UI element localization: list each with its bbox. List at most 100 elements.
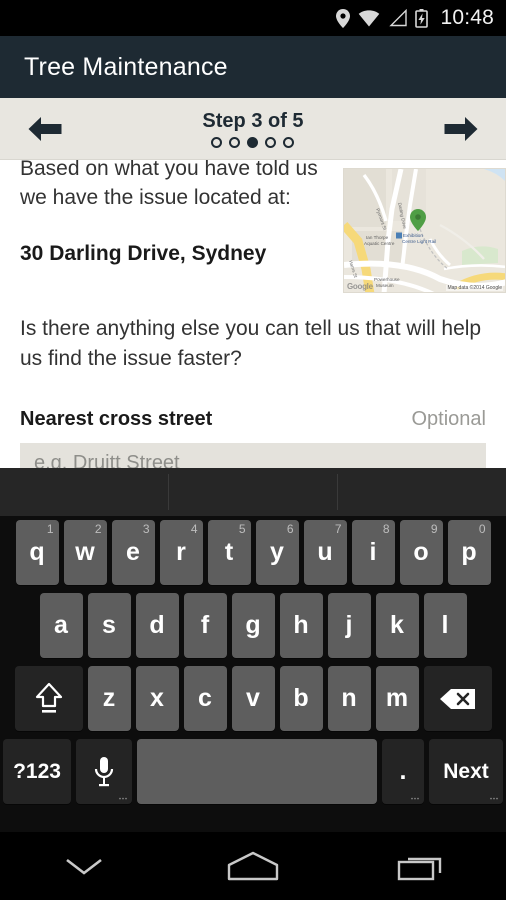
key-m[interactable]: m	[375, 666, 419, 731]
key-b-label: b	[293, 684, 309, 712]
key-e[interactable]: 3 e	[111, 520, 155, 585]
key-s[interactable]: s	[87, 593, 131, 658]
suggestion-slot-2[interactable]	[169, 468, 337, 516]
key-t-label: t	[224, 538, 234, 566]
key-k[interactable]: k	[375, 593, 419, 658]
key-b[interactable]: b	[279, 666, 323, 731]
key-d-label: d	[149, 611, 165, 639]
key-r[interactable]: 4 r	[159, 520, 203, 585]
key-j-label: j	[345, 611, 353, 639]
microphone-icon	[94, 756, 114, 786]
nav-recents-button[interactable]	[377, 842, 467, 890]
key-o-label: o	[413, 538, 429, 566]
key-u[interactable]: 7 u	[303, 520, 347, 585]
key-l-label: l	[441, 611, 449, 639]
key-period-more-dots: ⋯	[410, 793, 420, 803]
key-j[interactable]: j	[327, 593, 371, 658]
cross-street-label-row: Nearest cross street Optional	[20, 408, 486, 431]
key-x[interactable]: x	[135, 666, 179, 731]
location-map-thumbnail[interactable]: Darling Drive Harris St Pyrmont St Ian T…	[343, 168, 506, 293]
key-f-label: f	[200, 611, 210, 639]
home-icon	[227, 851, 279, 881]
keyboard-row-3: z x c v b n m	[0, 662, 506, 735]
cross-street-input[interactable]	[20, 443, 486, 468]
key-g[interactable]: g	[231, 593, 275, 658]
step-dot-4	[265, 136, 277, 148]
key-shift[interactable]	[14, 666, 83, 731]
key-o-number: 9	[430, 522, 438, 536]
step-label: Step 3 of 5	[202, 109, 304, 132]
key-e-number: 3	[142, 522, 150, 536]
nav-hide-keyboard-button[interactable]	[39, 842, 129, 890]
key-z[interactable]: z	[87, 666, 131, 731]
key-i[interactable]: 8 i	[351, 520, 395, 585]
key-next-more-dots: ⋯	[489, 793, 499, 803]
page-title: Tree Maintenance	[24, 52, 228, 81]
key-d[interactable]: d	[135, 593, 179, 658]
key-q[interactable]: 1 q	[15, 520, 59, 585]
suggestion-slot-3[interactable]	[338, 468, 506, 516]
key-t[interactable]: 5 t	[207, 520, 251, 585]
cross-street-label: Nearest cross street	[20, 408, 213, 430]
key-space[interactable]	[137, 739, 377, 804]
key-c[interactable]: c	[183, 666, 227, 731]
form-content: Darling Drive Harris St Pyrmont St Ian T…	[0, 160, 506, 468]
key-s-label: s	[102, 611, 116, 639]
key-t-number: 5	[238, 522, 246, 536]
nav-home-button[interactable]	[208, 842, 298, 890]
key-h-label: h	[293, 611, 309, 639]
key-o[interactable]: 9 o	[399, 520, 443, 585]
phone-screen: 10:48 Tree Maintenance Step 3 of 5 Darli…	[0, 0, 506, 900]
step-dot-2	[229, 136, 241, 148]
key-n[interactable]: n	[327, 666, 371, 731]
suggestion-slot-1[interactable]	[0, 468, 168, 516]
key-y[interactable]: 6 y	[255, 520, 299, 585]
key-symbols[interactable]: ?123	[3, 739, 71, 804]
app-bar: Tree Maintenance	[0, 36, 506, 98]
key-p[interactable]: 0 p	[447, 520, 491, 585]
key-f[interactable]: f	[183, 593, 227, 658]
map-label-exhibition-centre-2: Centre Light Rail	[402, 239, 436, 244]
step-dot-3	[247, 136, 259, 148]
previous-step-button[interactable]	[22, 106, 68, 152]
map-label-powerhouse: Powerhouse	[374, 277, 400, 282]
google-logo: Google	[347, 282, 373, 291]
key-a-label: a	[54, 611, 68, 639]
map-label-aquatic-centre-2: Aquatic Centre	[364, 241, 395, 246]
key-i-label: i	[369, 538, 377, 566]
intro-text: Based on what you have told us we have t…	[20, 160, 318, 209]
system-navigation-bar	[0, 832, 506, 900]
key-w[interactable]: 2 w	[63, 520, 107, 585]
key-r-number: 4	[190, 522, 198, 536]
location-pin-icon	[336, 8, 351, 28]
key-c-label: c	[198, 684, 212, 712]
map-label-aquatic-centre: Ian Thorpe	[366, 235, 389, 240]
suggestion-bar	[0, 468, 506, 516]
key-l[interactable]: l	[423, 593, 467, 658]
keyboard-row-1: 1 q 2 w 3 e 4 r 5 t 6 y 7 u 8 i 9 o 0 p	[0, 516, 506, 589]
hide-keyboard-chevron-icon	[66, 858, 103, 875]
soft-keyboard: 1 q 2 w 3 e 4 r 5 t 6 y 7 u 8 i 9 o 0 p …	[0, 468, 506, 832]
step-indicator: Step 3 of 5	[202, 109, 304, 148]
key-p-label: p	[461, 538, 477, 566]
key-next[interactable]: Next ⋯	[429, 739, 503, 804]
key-a[interactable]: a	[39, 593, 83, 658]
backspace-icon	[439, 688, 475, 709]
key-voice-input[interactable]: ⋯	[76, 739, 132, 804]
keyboard-row-4: ?123 ⋯ . ⋯ Next ⋯	[0, 735, 506, 808]
key-h[interactable]: h	[279, 593, 323, 658]
key-period[interactable]: . ⋯	[382, 739, 424, 804]
key-m-label: m	[385, 684, 409, 712]
next-step-button[interactable]	[438, 106, 484, 152]
key-p-number: 0	[478, 522, 486, 536]
step-navigation-bar: Step 3 of 5	[0, 98, 506, 160]
key-i-number: 8	[382, 522, 390, 536]
map-label-exhibition-centre: Exhibition	[403, 233, 423, 238]
keyboard-row-2: a s d f g h j k l	[0, 589, 506, 662]
key-e-label: e	[126, 538, 140, 566]
recents-icon	[397, 857, 441, 881]
step-dots	[211, 136, 295, 148]
key-v[interactable]: v	[231, 666, 275, 731]
key-backspace[interactable]	[423, 666, 492, 731]
question-text: Is there anything else you can tell us t…	[20, 317, 482, 370]
